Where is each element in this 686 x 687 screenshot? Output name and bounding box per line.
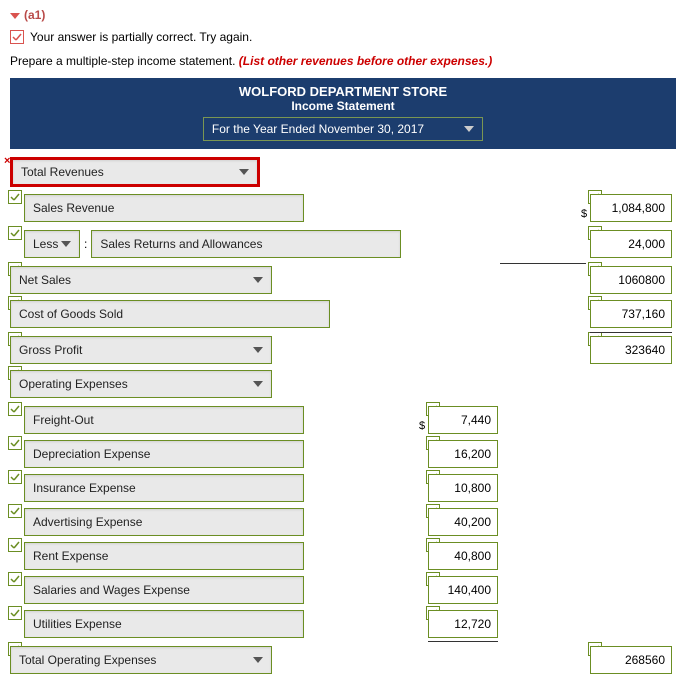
insurance-input[interactable]: Insurance Expense xyxy=(24,474,304,502)
gross-profit-value[interactable]: 323640 xyxy=(590,336,672,364)
section-label: (a1) xyxy=(24,8,45,22)
less-label: Less xyxy=(33,237,58,251)
period-value: For the Year Ended November 30, 2017 xyxy=(212,122,424,136)
rent-value[interactable]: 40,800 xyxy=(428,542,498,570)
chevron-down-icon xyxy=(464,126,474,132)
feedback-text: Your answer is partially correct. Try ag… xyxy=(30,30,252,44)
check-icon xyxy=(8,504,22,518)
check-icon xyxy=(8,606,22,620)
sales-returns-label: Sales Returns and Allowances xyxy=(100,237,262,251)
total-operating-label: Total Operating Expenses xyxy=(19,653,156,667)
cogs-value[interactable]: 737,160 xyxy=(590,300,672,328)
net-sales-value[interactable]: 1060800 xyxy=(590,266,672,294)
less-select[interactable]: Less xyxy=(24,230,80,258)
sales-revenue-input[interactable]: Sales Revenue xyxy=(24,194,304,222)
statement-title: Income Statement xyxy=(10,99,676,113)
gross-profit-select[interactable]: Gross Profit xyxy=(10,336,272,364)
income-statement-form: × Total Revenues Sales Revenue $ 1,084,8… xyxy=(0,149,686,687)
cogs-input[interactable]: Cost of Goods Sold xyxy=(10,300,330,328)
check-icon xyxy=(8,436,22,450)
total-operating-select[interactable]: Total Operating Expenses xyxy=(10,646,272,674)
utilities-value[interactable]: 12,720 xyxy=(428,610,498,638)
dollar-sign: $ xyxy=(581,208,587,220)
feedback-banner: Your answer is partially correct. Try ag… xyxy=(0,26,686,54)
rent-input[interactable]: Rent Expense xyxy=(24,542,304,570)
check-icon xyxy=(8,470,22,484)
partial-correct-icon xyxy=(10,30,24,44)
freight-out-input[interactable]: Freight-Out xyxy=(24,406,304,434)
statement-header: WOLFORD DEPARTMENT STORE Income Statemen… xyxy=(10,78,676,149)
sales-revenue-label: Sales Revenue xyxy=(33,201,114,215)
gross-profit-label: Gross Profit xyxy=(19,343,82,357)
salaries-input[interactable]: Salaries and Wages Expense xyxy=(24,576,304,604)
instruction-note: (List other revenues before other expens… xyxy=(239,54,492,68)
check-icon xyxy=(8,572,22,586)
company-name: WOLFORD DEPARTMENT STORE xyxy=(10,84,676,99)
sales-revenue-value[interactable]: 1,084,800 xyxy=(590,194,672,222)
sales-returns-value[interactable]: 24,000 xyxy=(590,230,672,258)
operating-expenses-select[interactable]: Operating Expenses xyxy=(10,370,272,398)
section-header[interactable]: (a1) xyxy=(0,0,686,26)
advertising-value[interactable]: 40,200 xyxy=(428,508,498,536)
dollar-sign: $ xyxy=(419,420,425,432)
insurance-value[interactable]: 10,800 xyxy=(428,474,498,502)
instruction: Prepare a multiple-step income statement… xyxy=(0,54,686,78)
period-select[interactable]: For the Year Ended November 30, 2017 xyxy=(203,117,483,141)
check-icon xyxy=(8,190,22,204)
utilities-input[interactable]: Utilities Expense xyxy=(24,610,304,638)
net-sales-select[interactable]: Net Sales xyxy=(10,266,272,294)
total-operating-value[interactable]: 268560 xyxy=(590,646,672,674)
instruction-text: Prepare a multiple-step income statement… xyxy=(10,54,235,68)
cogs-label: Cost of Goods Sold xyxy=(19,307,123,321)
total-revenues-label: Total Revenues xyxy=(21,165,104,179)
sales-returns-input[interactable]: Sales Returns and Allowances xyxy=(91,230,401,258)
freight-out-value[interactable]: 7,440 xyxy=(428,406,498,434)
collapse-icon xyxy=(10,13,20,19)
depreciation-input[interactable]: Depreciation Expense xyxy=(24,440,304,468)
total-revenues-select[interactable]: Total Revenues xyxy=(10,157,260,187)
check-icon xyxy=(8,226,22,240)
check-icon xyxy=(8,402,22,416)
depreciation-value[interactable]: 16,200 xyxy=(428,440,498,468)
advertising-input[interactable]: Advertising Expense xyxy=(24,508,304,536)
colon: : xyxy=(80,237,91,251)
net-sales-label: Net Sales xyxy=(19,273,71,287)
check-icon xyxy=(8,538,22,552)
salaries-value[interactable]: 140,400 xyxy=(428,576,498,604)
operating-expenses-label: Operating Expenses xyxy=(19,377,128,391)
